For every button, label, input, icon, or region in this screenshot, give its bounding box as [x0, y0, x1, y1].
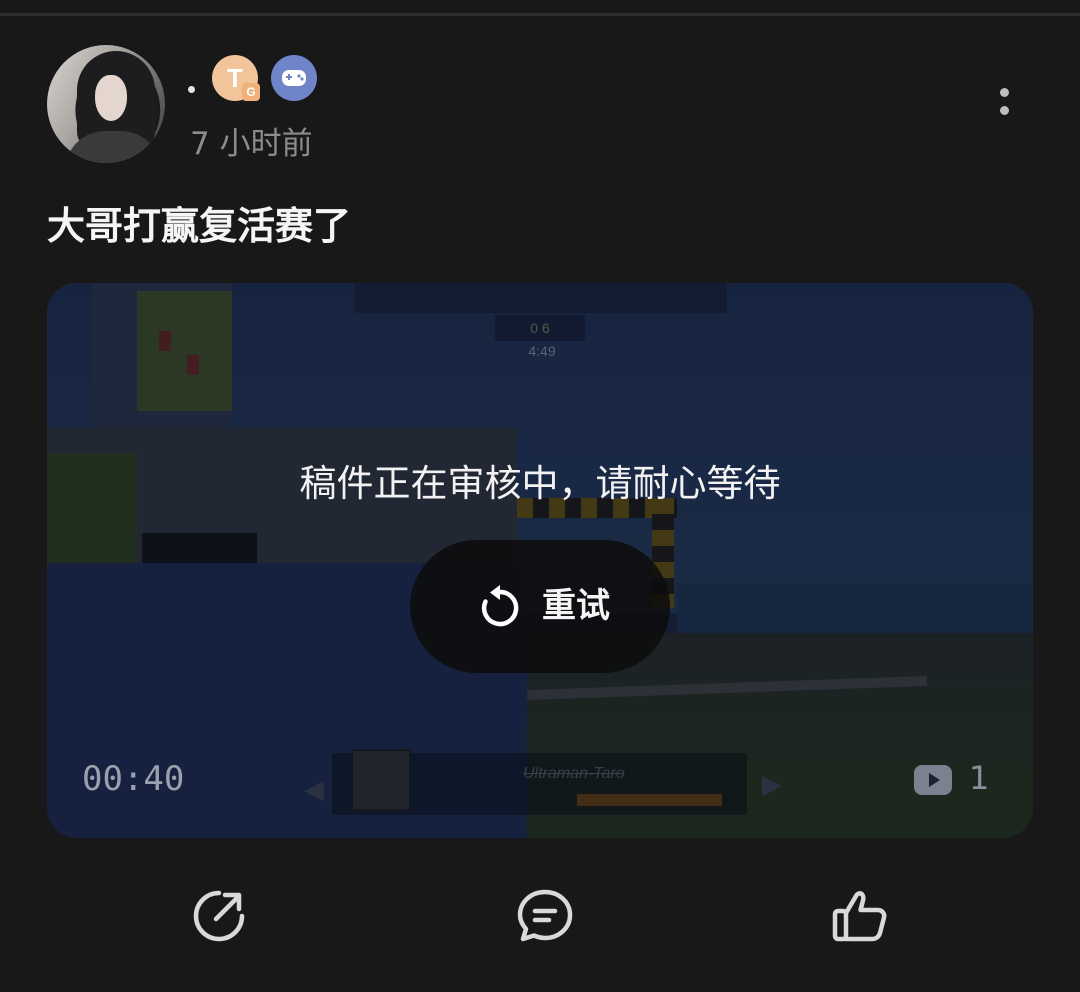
post-timestamp: 7 小时前 [190, 126, 313, 162]
retry-label: 重试 [542, 586, 610, 626]
level-badge-letter: T [227, 63, 243, 93]
comment-button[interactable] [515, 886, 575, 946]
author-name-dot[interactable] [188, 86, 195, 93]
video-duration: 00:40 [82, 759, 185, 799]
retry-button[interactable]: 重试 [410, 540, 670, 673]
gamepad-badge-icon [271, 55, 317, 101]
top-divider [0, 13, 1080, 16]
review-status-message: 稿件正在审核中，请耐心等待 [299, 462, 781, 505]
comment-icon [517, 889, 573, 942]
video-player[interactable]: 0 6 4:49 Ultraman-Taro ◀ ▶ 稿件正在审核中，请耐心等待… [47, 283, 1033, 838]
avatar-face [95, 75, 127, 121]
level-badge-sub: G [242, 83, 260, 101]
share-button[interactable] [189, 886, 249, 946]
more-vertical-icon[interactable] [992, 86, 1016, 122]
thumbs-up-icon [832, 891, 887, 942]
post-title: 大哥打赢复活赛了 [47, 204, 352, 248]
play-count: 1 [969, 759, 990, 797]
refresh-icon [481, 585, 519, 627]
level-badge-icon: T G [212, 55, 260, 101]
play-count-icon [914, 765, 952, 795]
avatar[interactable] [47, 45, 165, 163]
like-button[interactable] [830, 886, 890, 946]
share-icon [193, 890, 245, 942]
